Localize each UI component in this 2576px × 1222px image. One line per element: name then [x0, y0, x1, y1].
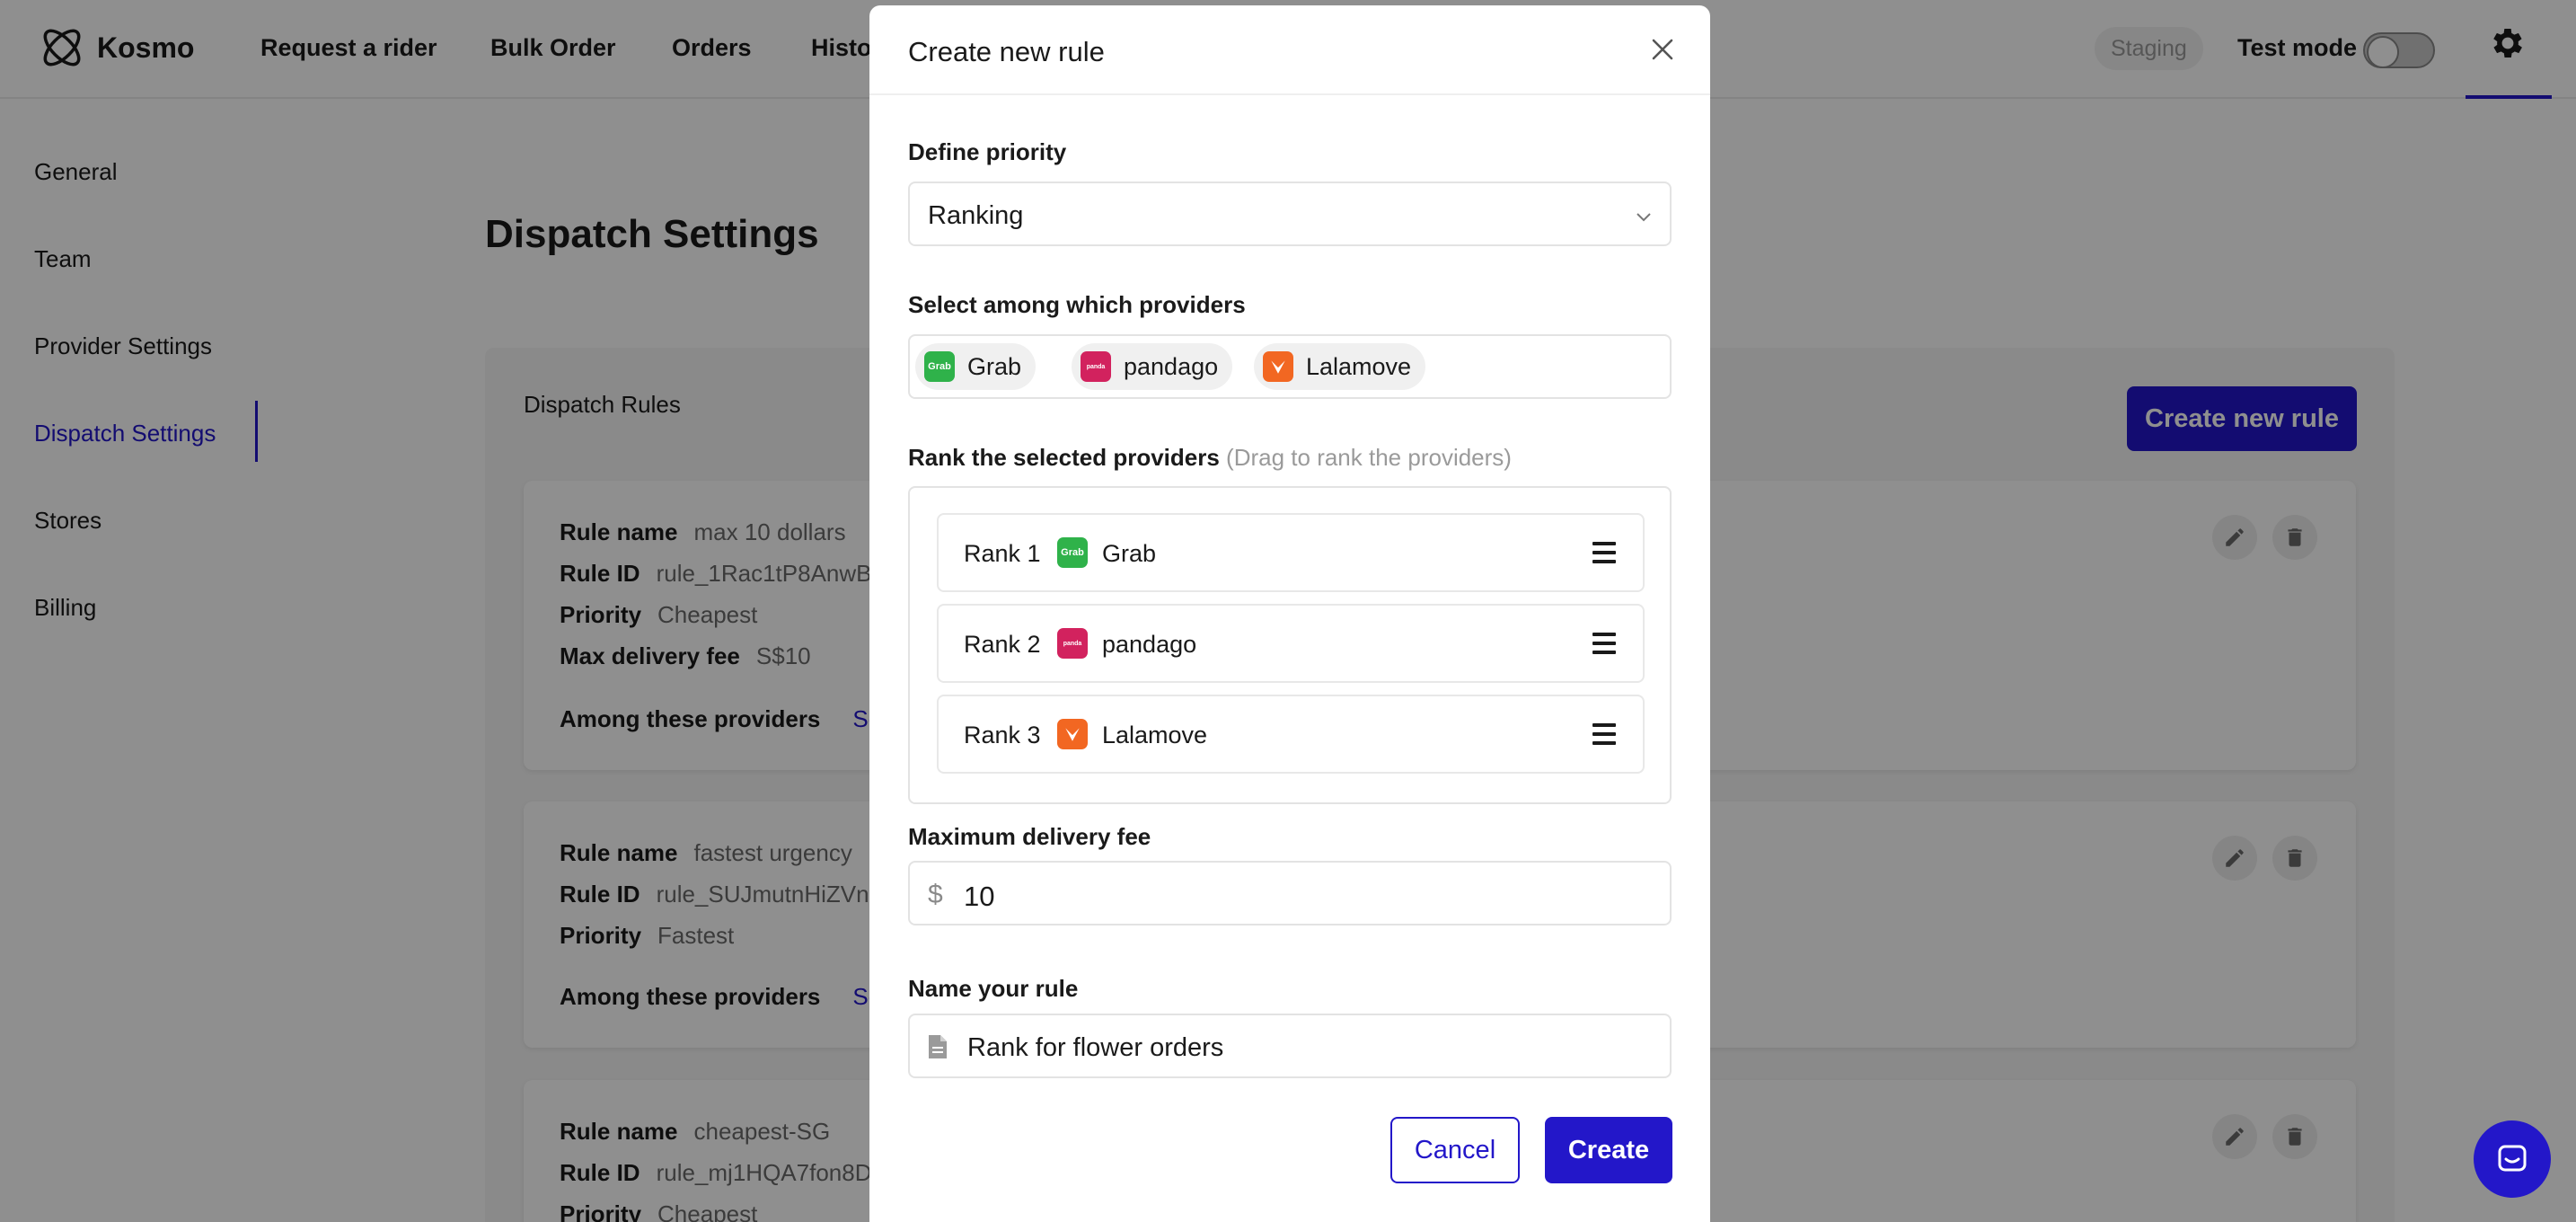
drag-handle-icon[interactable]: [1592, 542, 1616, 563]
chat-icon: [2498, 1145, 2527, 1172]
provider-chip-label: Grab: [967, 352, 1022, 380]
rank-row[interactable]: Rank 3 Lalamove: [937, 695, 1645, 774]
rank-label: Rank the selected providers (Drag to ran…: [908, 444, 1512, 471]
provider-chip-lalamove[interactable]: Lalamove: [1254, 343, 1426, 390]
rank-number: Rank 2: [964, 631, 1041, 658]
priority-select[interactable]: Ranking: [908, 182, 1672, 246]
provider-chip-label: Lalamove: [1306, 352, 1412, 380]
rank-provider-name: Grab: [1102, 540, 1157, 567]
provider-chip-label: pandago: [1124, 352, 1219, 380]
cancel-button[interactable]: Cancel: [1390, 1117, 1520, 1183]
drag-handle-icon[interactable]: [1592, 723, 1616, 745]
rank-number: Rank 3: [964, 722, 1041, 748]
max-fee-label: Maximum delivery fee: [908, 823, 1151, 850]
pandago-logo-icon: panda: [1081, 351, 1111, 382]
create-button[interactable]: Create: [1545, 1117, 1672, 1183]
rank-provider-name: Lalamove: [1102, 722, 1208, 748]
rank-provider-name: pandago: [1102, 631, 1197, 658]
rule-name-value: Rank for flower orders: [967, 1033, 1224, 1062]
rank-row[interactable]: Rank 2 panda pandago: [937, 604, 1645, 683]
priority-select-value: Ranking: [928, 201, 1024, 230]
lalamove-logo-icon: [1263, 351, 1293, 382]
modal-title: Create new rule: [908, 36, 1105, 67]
lalamove-logo-icon: [1057, 719, 1088, 749]
modal-header: Create new rule: [869, 5, 1710, 95]
document-icon: [929, 1035, 947, 1058]
rank-number: Rank 1: [964, 540, 1041, 567]
providers-label: Select among which providers: [908, 291, 1246, 318]
rank-row[interactable]: Rank 1 Grab Grab: [937, 513, 1645, 592]
max-fee-value: 10: [964, 881, 995, 912]
rule-name-input[interactable]: Rank for flower orders: [908, 1014, 1672, 1078]
grab-logo-icon: Grab: [1057, 537, 1088, 568]
provider-chip-grab[interactable]: Grab Grab: [915, 343, 1037, 390]
rule-name-label: Name your rule: [908, 975, 1079, 1002]
rank-list: Rank 1 Grab Grab Rank 2 panda pandago Ra…: [908, 486, 1672, 804]
priority-label: Define priority: [908, 138, 1067, 165]
grab-logo-icon: Grab: [924, 351, 955, 382]
create-rule-modal: Create new rule Define priority Ranking …: [869, 5, 1710, 1222]
close-icon[interactable]: [1649, 36, 1676, 63]
provider-chip-pandago[interactable]: panda pandago: [1072, 343, 1233, 390]
pandago-logo-icon: panda: [1057, 628, 1088, 659]
chevron-down-icon: [1636, 213, 1651, 222]
drag-handle-icon[interactable]: [1592, 633, 1616, 654]
currency-prefix: $: [928, 880, 943, 909]
rank-hint: (Drag to rank the providers): [1226, 444, 1512, 471]
chat-support-button[interactable]: [2474, 1120, 2551, 1198]
max-fee-input[interactable]: $ 10: [908, 861, 1672, 925]
providers-multiselect[interactable]: Grab Grab panda pandago Lalamove: [908, 334, 1672, 399]
